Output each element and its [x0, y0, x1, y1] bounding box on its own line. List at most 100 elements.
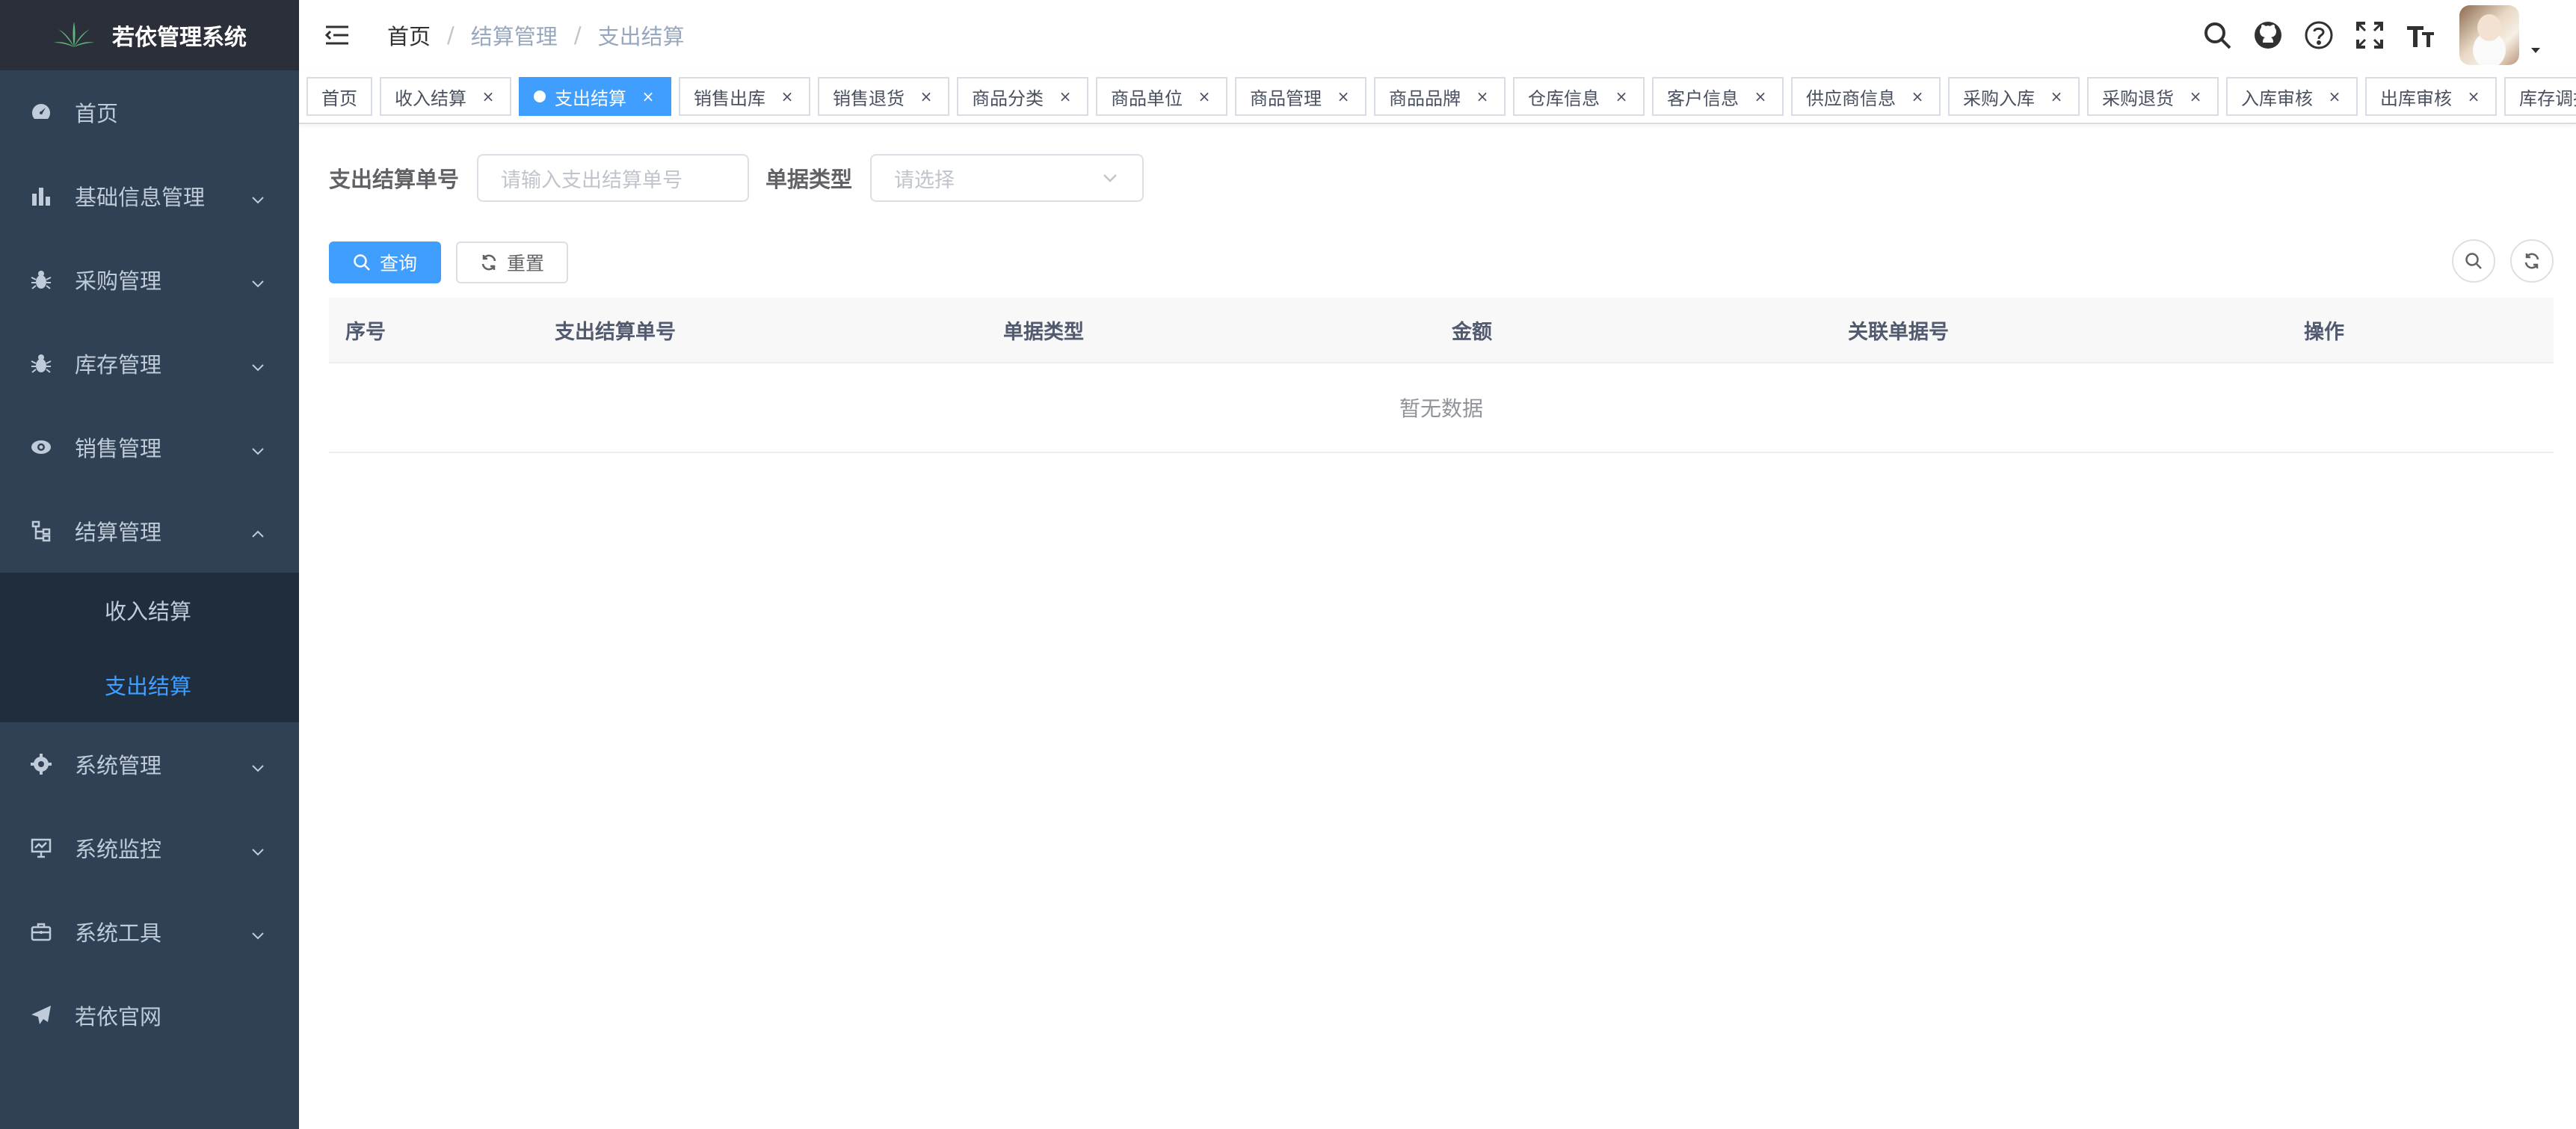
user-avatar[interactable]: [2459, 5, 2519, 65]
sidebar-item-5[interactable]: 结算管理: [0, 489, 299, 573]
toolbar: 查询 重置: [329, 232, 2554, 293]
breadcrumb-item-0[interactable]: 首页: [387, 19, 431, 51]
github-icon[interactable]: [2253, 20, 2283, 50]
tag-label: 商品分类: [972, 87, 1044, 109]
doc-type-placeholder: 请选择: [894, 168, 955, 192]
tag-label: 供应商信息: [1806, 87, 1896, 109]
breadcrumb-item-1: 结算管理: [470, 24, 558, 49]
chevron-down-icon[interactable]: [2528, 43, 2543, 58]
tags-view: 首页 收入结算 × 支出结算 × 销售出库 × 销售退货 × 商品分类 × 商品单位 × 商品管理 × 商品品…: [299, 70, 2576, 124]
close-icon[interactable]: ×: [1335, 87, 1352, 105]
sidebar-item-0[interactable]: 首页: [0, 70, 299, 154]
tag-16[interactable]: 库存调拨×: [2504, 77, 2576, 116]
sidebar-item-3[interactable]: 库存管理: [0, 322, 299, 405]
logo-icon: [54, 22, 94, 47]
tag-4[interactable]: 销售退货 ×: [818, 77, 949, 116]
close-icon[interactable]: ×: [1909, 87, 1926, 105]
tag-label: 仓库信息: [1528, 87, 1600, 109]
tag-3[interactable]: 销售出库 ×: [679, 77, 810, 116]
fullscreen-icon[interactable]: [2355, 20, 2385, 50]
tag-0[interactable]: 首页: [306, 77, 372, 116]
toggle-search-button[interactable]: [2452, 239, 2495, 283]
tag-8[interactable]: 商品品牌 ×: [1374, 77, 1506, 116]
refresh-icon: [481, 254, 496, 271]
tag-12[interactable]: 采购入库 ×: [1948, 77, 2080, 116]
query-button-label: 查询: [380, 253, 418, 274]
doc-type-label: 单据类型: [765, 167, 853, 192]
chevron-down-icon: [250, 188, 266, 204]
font-size-icon[interactable]: [2406, 20, 2435, 50]
column-header-4: 关联单据号: [1848, 320, 1949, 344]
empty-text: 暂无数据: [1399, 396, 1483, 421]
tag-14[interactable]: 入库审核 ×: [2226, 77, 2358, 116]
query-button[interactable]: 查询: [329, 242, 442, 283]
settlement-no-placeholder: 请输入支出结算单号: [501, 168, 683, 192]
tag-7[interactable]: 商品管理 ×: [1235, 77, 1366, 116]
sidebar-subitem-0[interactable]: 收入结算: [0, 573, 299, 647]
sidebar-item-label: 结算管理: [75, 520, 162, 545]
navbar: 首页 / 结算管理 / 支出结算: [299, 0, 2576, 70]
close-icon[interactable]: ×: [918, 87, 934, 105]
tag-13[interactable]: 采购退货 ×: [2087, 77, 2219, 116]
settlement-no-input[interactable]: 请输入支出结算单号: [477, 154, 750, 202]
close-icon[interactable]: ×: [779, 87, 795, 105]
column-header-2: 单据类型: [1003, 320, 1084, 344]
refresh-icon: [2524, 253, 2539, 269]
active-dot-icon: [534, 90, 546, 102]
breadcrumb: 首页 / 结算管理 / 支出结算: [387, 19, 685, 51]
tag-2[interactable]: 支出结算 ×: [519, 77, 671, 116]
close-icon[interactable]: ×: [2465, 87, 2482, 105]
reset-button-label: 重置: [507, 253, 545, 274]
close-icon[interactable]: ×: [1474, 87, 1491, 105]
tag-1[interactable]: 收入结算 ×: [380, 77, 511, 116]
tag-label: 商品管理: [1250, 87, 1322, 109]
tag-15[interactable]: 出库审核 ×: [2365, 77, 2497, 116]
settlement-no-label: 支出结算单号: [329, 167, 460, 192]
tag-label: 支出结算: [555, 87, 626, 109]
close-icon[interactable]: ×: [480, 87, 496, 105]
tag-6[interactable]: 商品单位 ×: [1096, 77, 1227, 116]
column-header-3: 金额: [1452, 320, 1492, 344]
hamburger-icon[interactable]: [324, 22, 350, 48]
close-icon[interactable]: ×: [2048, 87, 2065, 105]
sidebar-item-2[interactable]: 采购管理: [0, 238, 299, 322]
sidebar-logo[interactable]: 若依管理系统: [0, 0, 299, 70]
close-icon[interactable]: ×: [2187, 87, 2204, 105]
tag-label: 销售出库: [694, 87, 765, 109]
sidebar-item-1[interactable]: 基础信息管理: [0, 154, 299, 238]
bug-icon: [30, 268, 52, 291]
sidebar-item-8[interactable]: 系统工具: [0, 890, 299, 973]
doc-type-select[interactable]: 请选择: [870, 154, 1144, 202]
sidebar-item-4[interactable]: 销售管理: [0, 405, 299, 489]
column-header-5: 操作: [2304, 320, 2344, 344]
sidebar-subitem-1[interactable]: 支出结算: [0, 647, 299, 722]
sidebar-item-6[interactable]: 系统管理: [0, 722, 299, 806]
tag-label: 采购入库: [1963, 87, 2035, 109]
close-icon[interactable]: ×: [640, 87, 656, 105]
tag-10[interactable]: 客户信息 ×: [1652, 77, 1784, 116]
tag-9[interactable]: 仓库信息 ×: [1513, 77, 1645, 116]
close-icon[interactable]: ×: [1196, 87, 1212, 105]
table-empty: 暂无数据: [329, 363, 2554, 453]
sidebar-item-7[interactable]: 系统监控: [0, 806, 299, 890]
close-icon[interactable]: ×: [1613, 87, 1630, 105]
data-table: 序号 支出结算单号 单据类型 金额 关联单据号 操作 暂无数据: [329, 298, 2554, 453]
close-icon[interactable]: ×: [1057, 87, 1073, 105]
tag-5[interactable]: 商品分类 ×: [957, 77, 1088, 116]
sidebar-item-9[interactable]: 若依官网: [0, 973, 299, 1057]
chevron-up-icon: [250, 523, 266, 539]
sidebar-item-label: 首页: [75, 101, 119, 126]
help-icon[interactable]: [2304, 20, 2334, 50]
refresh-table-button[interactable]: [2510, 239, 2554, 283]
search-icon[interactable]: [2202, 20, 2232, 50]
bug-icon: [30, 352, 52, 375]
tag-11[interactable]: 供应商信息 ×: [1791, 77, 1941, 116]
reset-button[interactable]: 重置: [456, 242, 569, 283]
sidebar-item-label: 系统工具: [75, 920, 162, 946]
tool-icon: [30, 920, 52, 943]
sidebar-item-label: 系统监控: [75, 837, 162, 862]
close-icon[interactable]: ×: [1752, 87, 1769, 105]
close-icon[interactable]: ×: [2326, 87, 2343, 105]
chevron-down-icon: [1103, 174, 1117, 182]
tag-label: 入库审核: [2241, 87, 2313, 109]
